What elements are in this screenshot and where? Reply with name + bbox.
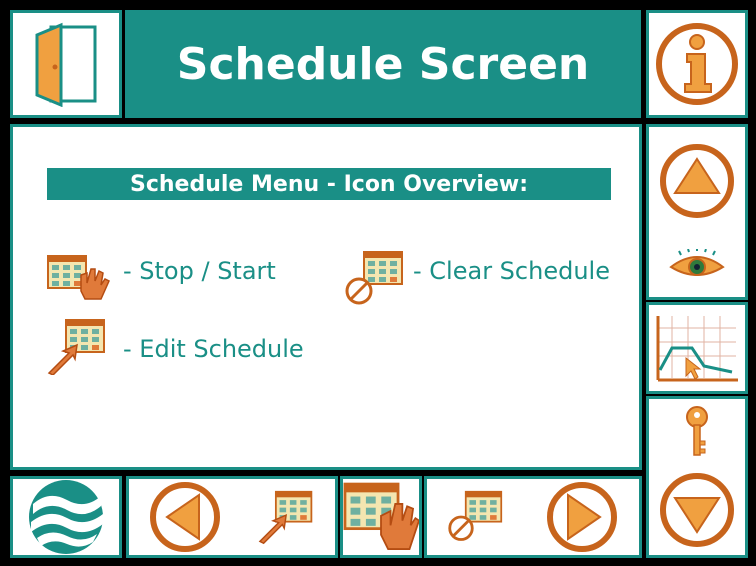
- schedule-clear-icon: [446, 489, 506, 545]
- menu-header: Schedule Menu - Icon Overview:: [47, 168, 611, 200]
- page-title-text: Schedule Screen: [176, 38, 590, 90]
- logo-panel: [10, 476, 122, 558]
- stop-start-button[interactable]: [340, 476, 422, 558]
- exit-button[interactable]: [10, 10, 122, 118]
- arrow-left-icon: [147, 479, 223, 555]
- arrow-up-icon: [657, 141, 737, 221]
- bottom-right-panel: [424, 476, 642, 558]
- clear-schedule-button[interactable]: [446, 489, 506, 545]
- edit-schedule-button[interactable]: [258, 489, 318, 545]
- wave-logo-icon: [27, 478, 105, 556]
- content-panel: Schedule Menu - Icon Overview: - Stop / …: [10, 124, 642, 470]
- stop-start-legend-label: - Stop / Start: [123, 257, 276, 285]
- bottom-left-panel: [126, 476, 338, 558]
- stop-start-legend-icon: [47, 255, 111, 301]
- schedule-edit-icon: [258, 489, 318, 545]
- info-button[interactable]: [646, 10, 748, 118]
- right-lower-panel: [646, 396, 748, 558]
- edit-schedule-legend-icon: [47, 319, 111, 375]
- scroll-down-button[interactable]: [657, 470, 737, 550]
- arrow-right-icon: [544, 479, 620, 555]
- clear-schedule-legend-label: - Clear Schedule: [413, 257, 610, 285]
- next-button[interactable]: [544, 479, 620, 555]
- key-button[interactable]: [682, 405, 712, 459]
- previous-button[interactable]: [147, 479, 223, 555]
- door-icon: [31, 21, 101, 107]
- schedule-hand-icon: [343, 482, 419, 552]
- clear-schedule-legend-icon: [343, 251, 407, 307]
- arrow-down-icon: [657, 470, 737, 550]
- info-icon: [653, 20, 741, 108]
- eye-icon: [667, 249, 727, 283]
- edit-schedule-legend-label: - Edit Schedule: [123, 335, 304, 363]
- graph-icon: [652, 308, 742, 388]
- key-icon: [682, 405, 712, 459]
- right-upper-panel: [646, 124, 748, 300]
- menu-title: Schedule Menu - Icon Overview:: [130, 171, 528, 197]
- view-button[interactable]: [667, 249, 727, 283]
- graph-button[interactable]: [646, 302, 748, 394]
- page-title: Schedule Screen: [125, 10, 641, 118]
- scroll-up-button[interactable]: [657, 141, 737, 221]
